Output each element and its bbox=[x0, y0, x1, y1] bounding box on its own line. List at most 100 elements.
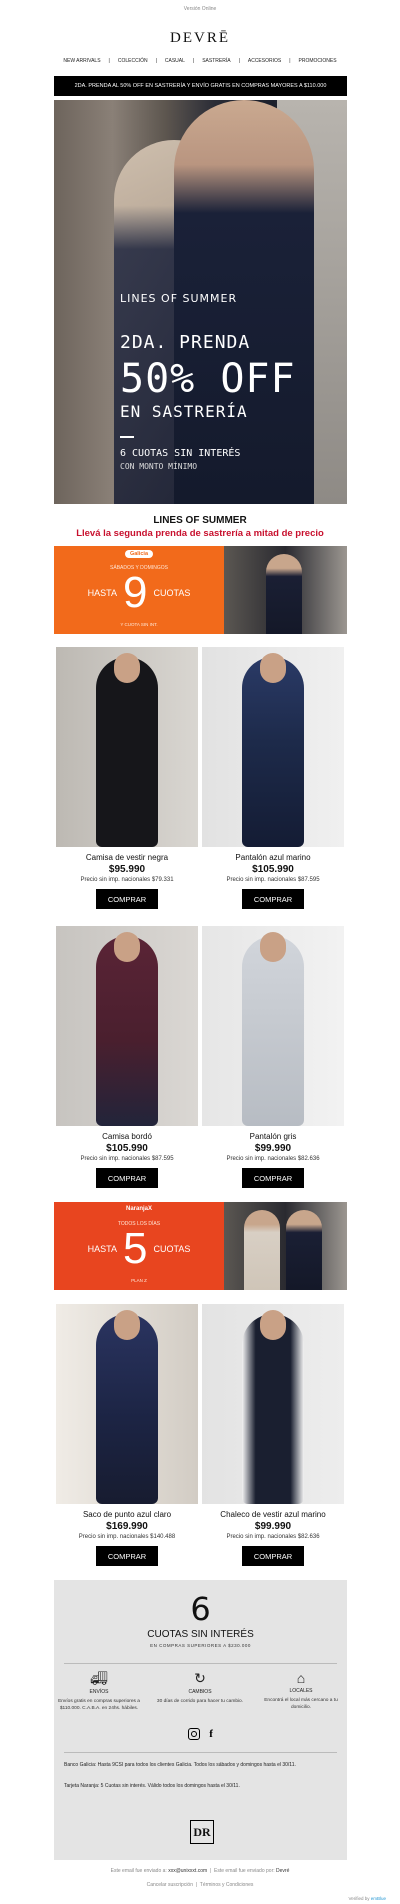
galicia-footnote: Y CUOTA SIN INT. bbox=[120, 622, 158, 627]
unsubscribe-link[interactable]: Cancelar suscripción bbox=[147, 1882, 193, 1888]
hero-second-item: 2DA. PRENDA bbox=[120, 332, 251, 353]
product-name[interactable]: Pantalón gris bbox=[202, 1132, 344, 1141]
galicia-banner[interactable]: Galicia SÁBADOS Y DOMINGOS HASTA 9 CUOTA… bbox=[54, 546, 347, 634]
naranja-number: 5 bbox=[123, 1224, 148, 1273]
nav-casual[interactable]: CASUAL bbox=[161, 58, 189, 64]
product-image-camisa-negra[interactable] bbox=[56, 647, 198, 847]
sent-info: Este email fue enviado a: xxx@unixxxt.co… bbox=[110, 1868, 290, 1874]
nav-promociones[interactable]: PROMOCIONES bbox=[295, 58, 341, 64]
store-icon: ⌂ bbox=[296, 1670, 306, 1686]
naranja-photo bbox=[224, 1202, 347, 1290]
installments-number: 6 bbox=[190, 1590, 211, 1628]
section-subtitle: Llevá la segunda prenda de sastrería a m… bbox=[76, 528, 324, 539]
naranja-offer: HASTA 5 CUOTAS bbox=[54, 1226, 224, 1272]
social-links: f bbox=[54, 1728, 347, 1741]
sent-by-brand: Devré bbox=[276, 1868, 290, 1874]
hero-banner[interactable]: LINES OF SUMMER 2DA. PRENDA 50% OFF EN S… bbox=[54, 100, 347, 504]
benefits-box: 6 CUOTAS SIN INTERÉS EN COMPRAS SUPERIOR… bbox=[54, 1580, 347, 1860]
buy-button[interactable]: COMPRAR bbox=[96, 1546, 158, 1566]
nav-separator: | bbox=[155, 58, 157, 64]
product-price: $99.990 bbox=[254, 1521, 292, 1532]
naranja-panel: NaranjaX TODOS LOS DÍAS HASTA 5 CUOTAS P… bbox=[54, 1202, 224, 1290]
galicia-offer: HASTA 9 CUOTAS bbox=[54, 570, 224, 616]
nav-accesorios[interactable]: ACCESORIOS bbox=[244, 58, 285, 64]
product-price-no-tax: Precio sin imp. nacionales $87.595 bbox=[80, 1156, 174, 1162]
nav-sastreria[interactable]: SASTRERÍA bbox=[198, 58, 234, 64]
sent-to-label: Este email fue enviado a: bbox=[110, 1868, 167, 1874]
buy-button[interactable]: COMPRAR bbox=[242, 1546, 304, 1566]
nav-separator: | bbox=[108, 58, 110, 64]
verified-brand: emBlue bbox=[370, 1896, 386, 1901]
service-desc: Encontrá el local más cercano a tu domic… bbox=[264, 1698, 338, 1710]
product-name[interactable]: Saco de punto azul claro bbox=[56, 1510, 198, 1519]
brand-monogram: DR bbox=[190, 1820, 214, 1844]
return-icon: ↻ bbox=[194, 1670, 206, 1686]
galicia-logo: Galicia bbox=[54, 550, 224, 558]
product-image-chaleco[interactable] bbox=[202, 1304, 344, 1504]
product-name[interactable]: Chaleco de vestir azul marino bbox=[202, 1510, 344, 1519]
product-price-no-tax: Precio sin imp. nacionales $82.636 bbox=[226, 1156, 320, 1162]
product-price: $169.990 bbox=[106, 1521, 148, 1532]
legal-galicia: Banco Galicia: Hasta 9CSI para todos los… bbox=[64, 1762, 296, 1768]
naranja-footnote: PLAN Z bbox=[131, 1278, 147, 1283]
hero-minimum: CON MONTO MÍNIMO bbox=[120, 462, 198, 471]
service-desc: Envíos gratis en compras superiores a $1… bbox=[58, 1699, 140, 1711]
galicia-hasta: HASTA bbox=[87, 588, 117, 598]
product-price-no-tax: Precio sin imp. nacionales $79.331 bbox=[80, 877, 174, 883]
product-price: $95.990 bbox=[108, 864, 146, 875]
service-title: CAMBIOS bbox=[188, 1689, 212, 1695]
hero-collection-title: LINES OF SUMMER bbox=[120, 292, 238, 305]
service-shipping: 🚚︎ ENVÍOS Envíos gratis en compras super… bbox=[54, 1670, 144, 1712]
promo-bar[interactable]: 2DA. PRENDA AL 50% OFF EN SASTRERÍA Y EN… bbox=[54, 76, 347, 96]
product-name[interactable]: Camisa de vestir negra bbox=[56, 853, 198, 862]
buy-button[interactable]: COMPRAR bbox=[96, 1168, 158, 1188]
divider bbox=[64, 1752, 337, 1753]
instagram-icon[interactable] bbox=[188, 1728, 201, 1741]
service-desc: 30 días de corrido para hacer tu cambio. bbox=[156, 1699, 244, 1704]
main-nav: NEW ARRIVALS | COLECCIÓN | CASUAL | SASTRERÍA |… bbox=[0, 58, 400, 64]
nav-separator: | bbox=[192, 58, 195, 64]
footer-links: Cancelar suscripción | Términos y Condic… bbox=[146, 1882, 254, 1888]
buy-button[interactable]: COMPRAR bbox=[242, 889, 304, 909]
verified-label: Verified by bbox=[348, 1896, 370, 1901]
verified-badge[interactable]: Verified by emBlue bbox=[348, 1896, 386, 1901]
product-image-camisa-bordo[interactable] bbox=[56, 926, 198, 1126]
sent-to-email: xxx@unixxxt.com bbox=[168, 1868, 208, 1874]
section-title: LINES OF SUMMER bbox=[153, 515, 247, 526]
truck-icon: 🚚︎ bbox=[90, 1670, 108, 1686]
naranja-hasta: HASTA bbox=[87, 1244, 117, 1254]
model-figure bbox=[266, 554, 302, 634]
galicia-number: 9 bbox=[123, 568, 148, 617]
nav-new-arrivals[interactable]: NEW ARRIVALS bbox=[59, 58, 104, 64]
product-image-pantalon-gris[interactable] bbox=[202, 926, 344, 1126]
legal-naranja: Tarjeta Naranja: 5 Cuotas sin interés. V… bbox=[64, 1783, 240, 1789]
terms-link[interactable]: Términos y Condiciones bbox=[200, 1882, 254, 1888]
galicia-panel: Galicia SÁBADOS Y DOMINGOS HASTA 9 CUOTA… bbox=[54, 546, 224, 634]
service-title: LOCALES bbox=[289, 1688, 313, 1694]
hero-installments: 6 CUOTAS SIN INTERÉS bbox=[120, 448, 241, 459]
hero-divider bbox=[120, 436, 134, 438]
buy-button[interactable]: COMPRAR bbox=[96, 889, 158, 909]
nav-coleccion[interactable]: COLECCIÓN bbox=[114, 58, 152, 64]
product-image-pantalon-azul[interactable] bbox=[202, 647, 344, 847]
hero-discount: 50% OFF bbox=[120, 356, 296, 402]
brand-logo[interactable]: DEVRĒ bbox=[0, 30, 400, 47]
facebook-icon[interactable]: f bbox=[209, 1728, 213, 1740]
buy-button[interactable]: COMPRAR bbox=[242, 1168, 304, 1188]
product-image-saco-punto[interactable] bbox=[56, 1304, 198, 1504]
naranja-banner[interactable]: NaranjaX TODOS LOS DÍAS HASTA 5 CUOTAS P… bbox=[54, 1202, 347, 1290]
product-price: $99.990 bbox=[254, 1143, 292, 1154]
service-title: ENVÍOS bbox=[89, 1689, 109, 1695]
service-stores: ⌂ LOCALES Encontrá el local más cercano … bbox=[256, 1670, 346, 1711]
online-version-link[interactable]: Versión Online bbox=[0, 6, 400, 12]
model-figure bbox=[244, 1210, 280, 1290]
installments-title: CUOTAS SIN INTERÉS bbox=[147, 1629, 254, 1640]
galicia-photo bbox=[224, 546, 347, 634]
service-returns: ↻ CAMBIOS 30 días de corrido para hacer … bbox=[155, 1670, 245, 1705]
naranja-cuotas: CUOTAS bbox=[153, 1244, 191, 1254]
promo-text: 2DA. PRENDA AL 50% OFF EN SASTRERÍA Y EN… bbox=[74, 83, 327, 89]
installments-subtitle: EN COMPRAS SUPERIORES A $230.000 bbox=[150, 1643, 251, 1648]
product-name[interactable]: Pantalón azul marino bbox=[202, 853, 344, 862]
hero-category: EN SASTRERÍA bbox=[120, 402, 248, 421]
product-name[interactable]: Camisa bordó bbox=[56, 1132, 198, 1141]
